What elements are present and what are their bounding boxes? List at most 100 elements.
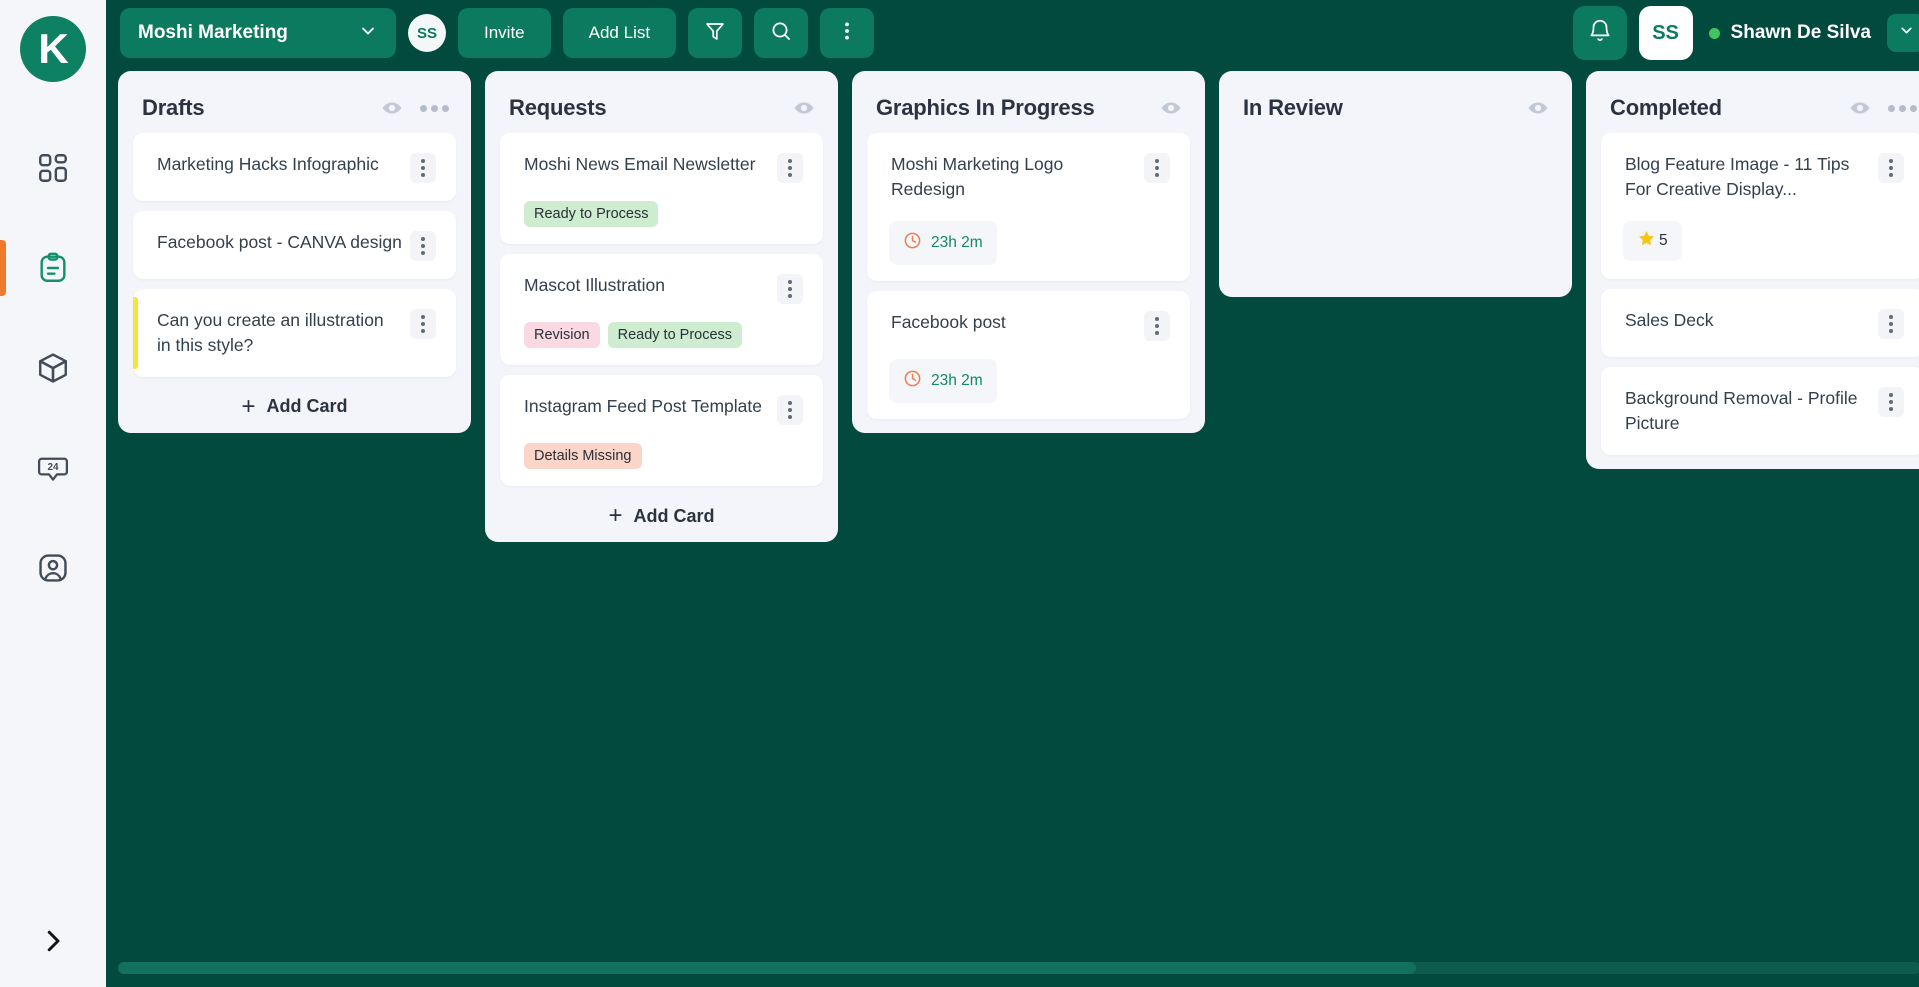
dot — [421, 166, 425, 170]
clock-icon — [903, 369, 922, 393]
user-menu-button[interactable] — [1887, 14, 1919, 52]
eye-icon[interactable] — [1848, 96, 1872, 120]
task-card[interactable]: Instagram Feed Post TemplateDetails Miss… — [500, 375, 823, 486]
add-list-button[interactable]: Add List — [563, 8, 676, 58]
card-more-icon[interactable] — [410, 309, 436, 339]
board-selector[interactable]: Moshi Marketing — [120, 8, 396, 58]
list-header-actions — [1526, 96, 1550, 120]
scrollbar-track[interactable] — [118, 962, 1919, 974]
dot — [421, 237, 425, 241]
card-more-icon[interactable] — [1878, 387, 1904, 417]
task-card[interactable]: Marketing Hacks Infographic — [133, 133, 456, 201]
cube-icon — [36, 351, 70, 385]
card-list: Marketing Hacks Infographic Facebook post… — [118, 133, 471, 377]
list-column: Graphics In ProgressMoshi Marketing Logo… — [852, 71, 1205, 433]
list-column: CompletedBlog Feature Image - 11 Tips Fo… — [1586, 71, 1919, 469]
board-more-button[interactable] — [820, 8, 874, 58]
clipboard-icon — [36, 251, 70, 285]
card-more-icon[interactable] — [410, 153, 436, 183]
task-card[interactable]: Facebook post - CANVA design — [133, 211, 456, 279]
card-tag[interactable]: Details Missing — [524, 443, 642, 469]
notifications-button[interactable] — [1573, 6, 1627, 60]
card-tag[interactable]: Revision — [524, 322, 600, 348]
card-body: Facebook post - CANVA design — [133, 211, 456, 279]
add-card-button[interactable]: +Add Card — [118, 395, 471, 419]
card-body: Moshi Marketing Logo Redesign — [867, 133, 1190, 221]
dot — [1899, 105, 1906, 112]
card-list: Moshi News Email NewsletterReady to Proc… — [485, 133, 838, 486]
eye-icon[interactable] — [1526, 96, 1550, 120]
task-card[interactable]: Mascot Illustration Revision Ready to Proc… — [500, 254, 823, 365]
eye-icon[interactable] — [792, 96, 816, 120]
dot — [1155, 166, 1159, 170]
card-body: Background Removal - Profile Picture — [1601, 367, 1919, 455]
eye-icon[interactable] — [1159, 96, 1183, 120]
dot — [788, 287, 792, 291]
task-card[interactable]: Sales Deck — [1601, 289, 1919, 357]
sidebar-item-profile[interactable] — [0, 518, 106, 618]
sidebar-item-support[interactable]: 24 — [0, 418, 106, 518]
list-header-actions — [792, 96, 816, 120]
dot — [421, 244, 425, 248]
task-card[interactable]: Background Removal - Profile Picture — [1601, 367, 1919, 455]
support-24-icon: 24 — [36, 451, 70, 485]
card-tag[interactable]: Ready to Process — [524, 201, 658, 227]
search-icon — [769, 19, 793, 48]
task-card[interactable]: Moshi Marketing Logo Redesign23h 2m — [867, 133, 1190, 281]
card-more-icon[interactable] — [777, 274, 803, 304]
expand-sidebar-button[interactable] — [0, 926, 106, 961]
add-card-label: Add Card — [267, 396, 348, 417]
dot — [788, 294, 792, 298]
list-header: Drafts — [118, 71, 471, 133]
filter-button[interactable] — [688, 8, 742, 58]
card-rating: 5 — [1623, 221, 1682, 261]
chevron-down-icon — [1898, 22, 1915, 44]
sidebar-item-dashboard[interactable] — [0, 118, 106, 218]
list-title: Drafts — [142, 95, 204, 121]
search-button[interactable] — [754, 8, 808, 58]
task-card[interactable]: Moshi News Email NewsletterReady to Proc… — [500, 133, 823, 244]
list-title: In Review — [1243, 95, 1343, 121]
card-title: Can you create an illustration in this s… — [157, 308, 402, 359]
card-more-icon[interactable] — [1144, 311, 1170, 341]
list-header-actions — [1848, 96, 1917, 120]
card-more-icon[interactable] — [1144, 153, 1170, 183]
task-card[interactable]: Can you create an illustration in this s… — [133, 289, 456, 377]
sidebar-item-assets[interactable] — [0, 318, 106, 418]
dot — [788, 166, 792, 170]
card-body: Marketing Hacks Infographic — [133, 133, 456, 201]
sidebar-nav: 24 — [0, 118, 106, 618]
card-title: Mascot Illustration — [524, 273, 769, 298]
more-vertical-icon — [835, 19, 859, 48]
dot — [1155, 324, 1159, 328]
card-title: Blog Feature Image - 11 Tips For Creativ… — [1625, 152, 1870, 203]
add-card-button[interactable]: +Add Card — [485, 504, 838, 528]
sidebar-item-boards[interactable] — [0, 218, 106, 318]
card-more-icon[interactable] — [1878, 309, 1904, 339]
list-header: Graphics In Progress — [852, 71, 1205, 133]
card-tags: Ready to Process — [500, 201, 823, 244]
dot — [1155, 317, 1159, 321]
list-more-icon[interactable] — [1888, 105, 1917, 112]
task-card[interactable]: Blog Feature Image - 11 Tips For Creativ… — [1601, 133, 1919, 279]
card-more-icon[interactable] — [410, 231, 436, 261]
user-block[interactable]: Shawn De Silva — [1705, 22, 1871, 44]
dot — [431, 105, 438, 112]
card-tag[interactable]: Ready to Process — [608, 322, 742, 348]
user-avatar[interactable]: SS — [1639, 6, 1693, 60]
list-more-icon[interactable] — [420, 105, 449, 112]
task-card[interactable]: Facebook post23h 2m — [867, 291, 1190, 419]
card-more-icon[interactable] — [777, 153, 803, 183]
eye-icon[interactable] — [380, 96, 404, 120]
card-more-icon[interactable] — [777, 395, 803, 425]
topbar: Moshi Marketing SS Invite Add List — [106, 0, 1919, 66]
board-member-avatar[interactable]: SS — [408, 14, 446, 52]
filter-icon — [703, 19, 727, 48]
app-logo[interactable]: K — [20, 16, 86, 82]
scrollbar-thumb[interactable] — [118, 962, 1416, 974]
dot — [1889, 173, 1893, 177]
svg-text:24: 24 — [47, 462, 59, 473]
card-more-icon[interactable] — [1878, 153, 1904, 183]
horizontal-scrollbar[interactable] — [106, 962, 1919, 974]
invite-button[interactable]: Invite — [458, 8, 551, 58]
